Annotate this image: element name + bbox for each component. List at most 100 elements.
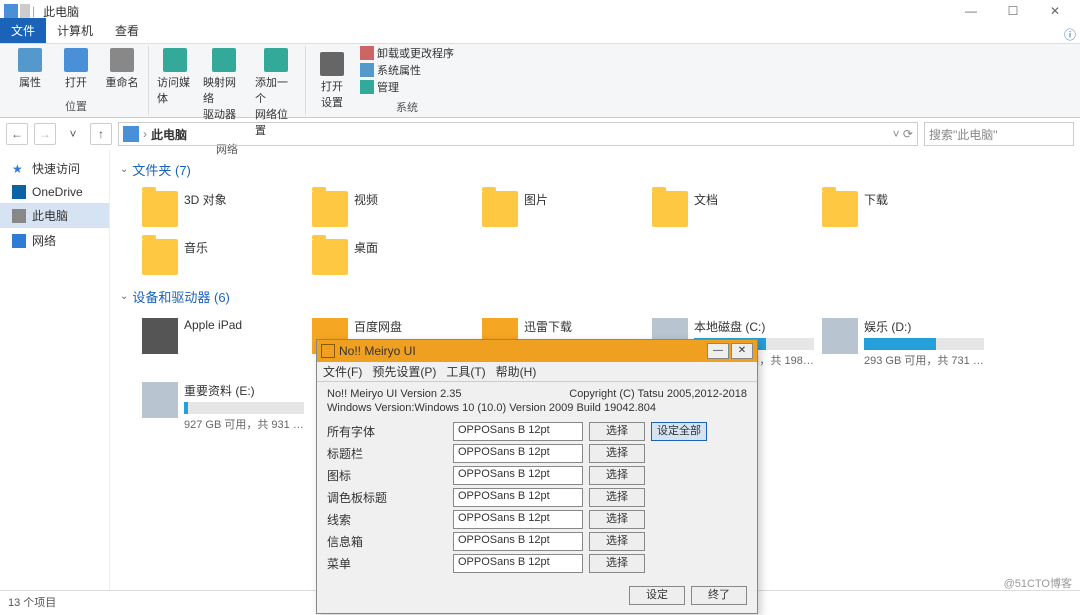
- drive-name: 本地磁盘 (C:): [694, 318, 814, 335]
- pc-icon: [12, 209, 26, 223]
- folder-name: 桌面: [354, 239, 474, 256]
- font-row-label: 所有字体: [327, 423, 447, 440]
- help-icon[interactable]: ⓘ: [1060, 26, 1080, 43]
- drive-item[interactable]: 娱乐 (D:) 293 GB 可用，共 731 …: [818, 314, 988, 372]
- rename-button[interactable]: 重命名: [100, 46, 144, 92]
- tab-computer[interactable]: 计算机: [46, 18, 104, 43]
- map-network-button[interactable]: 映射网络 驱动器: [199, 46, 249, 124]
- sidebar-item-网络[interactable]: 网络: [0, 228, 109, 253]
- tab-view[interactable]: 查看: [104, 18, 150, 43]
- drive-usage-bar: [864, 338, 984, 350]
- search-input[interactable]: 搜索"此电脑": [924, 122, 1074, 146]
- menu-file[interactable]: 文件(F): [323, 363, 362, 380]
- sysprops-button[interactable]: 系统属性: [360, 62, 454, 78]
- drive-item[interactable]: 重要资料 (E:)927 GB 可用，共 931 …: [138, 378, 308, 436]
- font-value-input[interactable]: OPPOSans B 12pt: [453, 532, 583, 551]
- menu-help[interactable]: 帮助(H): [496, 363, 537, 380]
- set-all-button[interactable]: 设定全部: [651, 422, 707, 441]
- tab-file[interactable]: 文件: [0, 18, 46, 43]
- star-icon: ★: [12, 162, 26, 176]
- select-button[interactable]: 选择: [589, 466, 645, 485]
- font-row: 线索OPPOSans B 12pt选择: [327, 510, 747, 529]
- exit-button[interactable]: 终了: [691, 586, 747, 605]
- folder-item[interactable]: 文档: [648, 187, 818, 231]
- drive-space-text: 293 GB 可用，共 731 …: [864, 352, 984, 368]
- folder-item[interactable]: 音乐: [138, 235, 308, 279]
- window-title: 此电脑: [43, 3, 79, 20]
- dlg-close-button[interactable]: ✕: [731, 343, 753, 359]
- font-row: 图标OPPOSans B 12pt选择: [327, 466, 747, 485]
- access-media-button[interactable]: 访问媒体: [153, 46, 197, 108]
- font-value-input[interactable]: OPPOSans B 12pt: [453, 510, 583, 529]
- font-value-input[interactable]: OPPOSans B 12pt: [453, 444, 583, 463]
- folder-item[interactable]: 下载: [818, 187, 988, 231]
- open-button[interactable]: 打开: [54, 46, 98, 92]
- select-button[interactable]: 选择: [589, 444, 645, 463]
- chevron-down-icon: ⌄: [120, 164, 128, 175]
- folder-icon: [142, 191, 178, 227]
- select-button[interactable]: 选择: [589, 488, 645, 507]
- sidebar-item-此电脑[interactable]: 此电脑: [0, 203, 109, 228]
- drive-item[interactable]: Apple iPad: [138, 314, 308, 372]
- properties-button[interactable]: 属性: [8, 46, 52, 92]
- drive-icon: [142, 318, 178, 354]
- select-button[interactable]: 选择: [589, 554, 645, 573]
- folder-name: 音乐: [184, 239, 304, 256]
- drive-icon: [822, 318, 858, 354]
- up-button[interactable]: ˅: [62, 123, 84, 145]
- font-row: 菜单OPPOSans B 12pt选择: [327, 554, 747, 573]
- up-folder-button[interactable]: ↑: [90, 123, 112, 145]
- doc-icon: [20, 4, 30, 18]
- font-row: 调色板标题OPPOSans B 12pt选择: [327, 488, 747, 507]
- pc-icon: [4, 4, 18, 18]
- folder-item[interactable]: 图片: [478, 187, 648, 231]
- font-value-input[interactable]: OPPOSans B 12pt: [453, 422, 583, 441]
- drive-name: 迅雷下载: [524, 318, 644, 335]
- dlg-version: No!! Meiryo UI Version 2.35: [327, 388, 462, 400]
- window-titlebar: | 此电脑 — ☐ ✕: [0, 0, 1080, 22]
- net-icon: [12, 234, 26, 248]
- uninstall-button[interactable]: 卸载或更改程序: [360, 45, 454, 61]
- sidebar-item-label: 快速访问: [32, 160, 80, 177]
- drive-name: 娱乐 (D:): [864, 318, 984, 335]
- sidebar-item-快速访问[interactable]: ★ 快速访问: [0, 156, 109, 181]
- cloud-icon: [12, 185, 26, 199]
- drives-header[interactable]: ⌄ 设备和驱动器 (6): [120, 287, 1070, 306]
- select-button[interactable]: 选择: [589, 422, 645, 441]
- menu-tool[interactable]: 工具(T): [446, 363, 485, 380]
- sidebar-item-label: 此电脑: [32, 207, 68, 224]
- font-value-input[interactable]: OPPOSans B 12pt: [453, 554, 583, 573]
- drive-name: Apple iPad: [184, 318, 304, 332]
- font-row: 信息箱 OPPOSans B 12pt 选择: [327, 532, 747, 551]
- folders-header[interactable]: ⌄ 文件夹 (7): [120, 160, 1070, 179]
- sidebar-item-OneDrive[interactable]: OneDrive: [0, 181, 109, 203]
- folder-name: 图片: [524, 191, 644, 208]
- address-path[interactable]: › 此电脑 ˅ ⟳: [118, 122, 918, 146]
- folder-item[interactable]: 桌面: [308, 235, 478, 279]
- select-button[interactable]: 选择: [589, 532, 645, 551]
- open-settings-button[interactable]: 打开 设置: [310, 50, 354, 112]
- dialog-icon: [321, 344, 335, 358]
- folder-item[interactable]: 视频: [308, 187, 478, 231]
- font-value-input[interactable]: OPPOSans B 12pt: [453, 466, 583, 485]
- ribbon-group-location: 属性 打开 重命名 位置: [4, 46, 149, 115]
- manage-button[interactable]: 管理: [360, 79, 454, 95]
- folder-item[interactable]: 3D 对象: [138, 187, 308, 231]
- font-value-input[interactable]: OPPOSans B 12pt: [453, 488, 583, 507]
- dialog-titlebar[interactable]: No!! Meiryo UI — ✕: [317, 340, 757, 362]
- dialog-menu: 文件(F) 预先设置(P) 工具(T) 帮助(H): [317, 362, 757, 382]
- maximize-button[interactable]: ☐: [992, 0, 1034, 22]
- select-button[interactable]: 选择: [589, 510, 645, 529]
- dlg-minimize-button[interactable]: —: [707, 343, 729, 359]
- folder-name: 下载: [864, 191, 984, 208]
- drive-space-text: 927 GB 可用，共 931 …: [184, 416, 304, 432]
- apply-button[interactable]: 设定: [629, 586, 685, 605]
- sidebar-item-label: OneDrive: [32, 185, 83, 199]
- back-button[interactable]: ←: [6, 123, 28, 145]
- forward-button[interactable]: →: [34, 123, 56, 145]
- font-row-label: 信息箱: [327, 533, 447, 550]
- menu-preset[interactable]: 预先设置(P): [372, 363, 436, 380]
- minimize-button[interactable]: —: [950, 0, 992, 22]
- close-button[interactable]: ✕: [1034, 0, 1076, 22]
- folder-name: 视频: [354, 191, 474, 208]
